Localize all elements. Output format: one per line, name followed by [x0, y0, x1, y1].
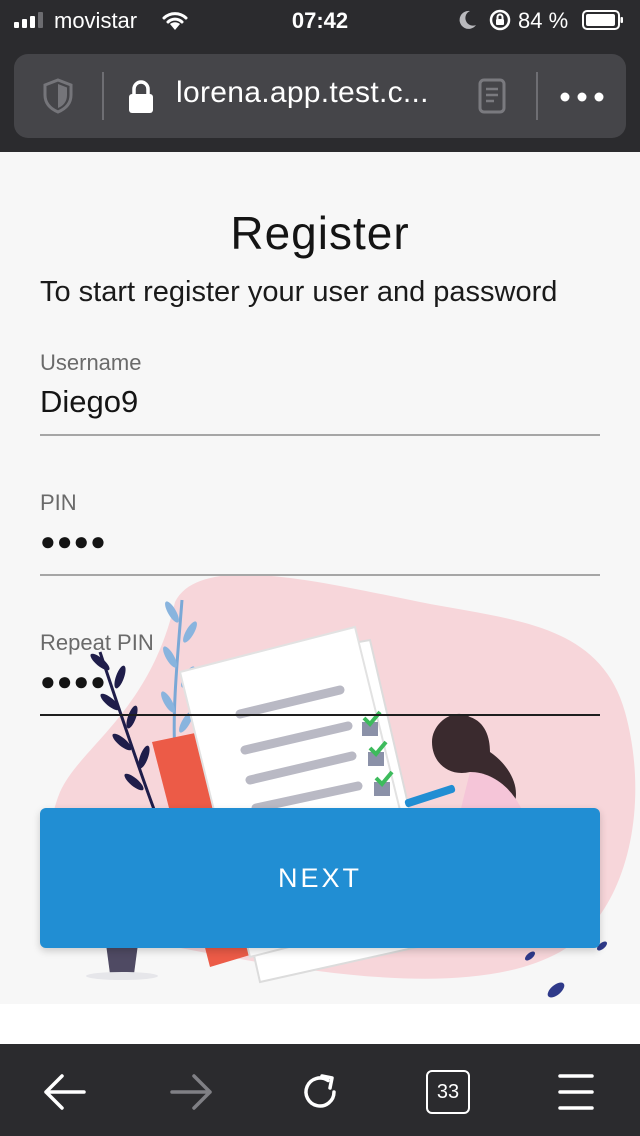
battery-icon	[582, 10, 623, 30]
browser-toolbar: 33	[0, 1044, 640, 1136]
pin-underline	[40, 574, 600, 576]
reader-mode-icon[interactable]	[478, 78, 506, 114]
do-not-disturb-icon	[459, 10, 476, 29]
register-page: Register To start register your user and…	[0, 152, 640, 1004]
page-subtitle: To start register your user and password	[40, 276, 558, 308]
page-title: Register	[230, 207, 410, 259]
url-divider	[536, 72, 538, 120]
battery-percent: 84 %	[518, 8, 569, 33]
pin-field[interactable]: PIN ●●●●	[40, 490, 600, 580]
menu-button[interactable]	[548, 1064, 604, 1120]
username-label: Username	[40, 350, 142, 375]
tab-count: 33	[426, 1070, 470, 1114]
back-arrow-icon	[44, 1074, 86, 1110]
username-field[interactable]: Username Diego9	[40, 350, 600, 440]
url-text[interactable]: lorena.app.test.c...	[176, 76, 429, 110]
browser-address-bar: lorena.app.test.c...	[0, 42, 640, 152]
url-divider	[102, 72, 104, 120]
hamburger-menu-icon	[558, 1074, 594, 1110]
rotation-lock-icon	[489, 9, 511, 31]
url-field[interactable]: lorena.app.test.c...	[14, 54, 626, 138]
username-underline	[40, 434, 600, 436]
pin-input[interactable]: ●●●●	[40, 526, 107, 557]
tabs-button[interactable]: 33	[420, 1064, 476, 1120]
forward-arrow-icon	[170, 1074, 212, 1110]
repeat-pin-input[interactable]: ●●●●	[40, 666, 107, 697]
reload-button[interactable]	[292, 1064, 348, 1120]
pin-label: PIN	[40, 490, 77, 515]
forward-button[interactable]	[164, 1064, 220, 1120]
next-button[interactable]: NEXT	[40, 808, 600, 948]
shield-icon[interactable]	[42, 78, 74, 114]
back-button[interactable]	[36, 1064, 92, 1120]
padlock-icon	[129, 80, 153, 113]
status-bar: movistar 07:42 84 %	[0, 0, 640, 42]
reload-icon	[304, 1074, 336, 1108]
repeat-pin-field[interactable]: Repeat PIN ●●●●	[40, 630, 600, 720]
username-input[interactable]: Diego9	[40, 384, 138, 420]
repeat-pin-underline	[40, 714, 600, 716]
repeat-pin-label: Repeat PIN	[40, 630, 154, 655]
more-options-icon[interactable]	[560, 92, 604, 102]
